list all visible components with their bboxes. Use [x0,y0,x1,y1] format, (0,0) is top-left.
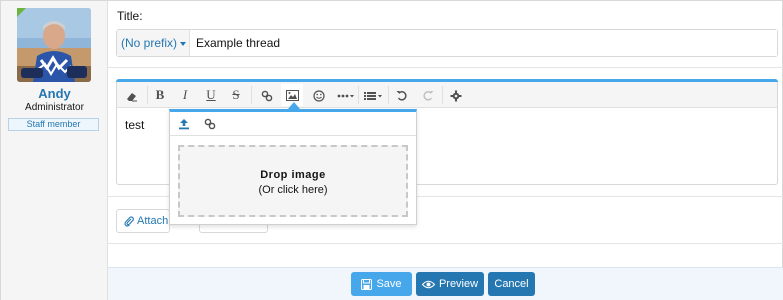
popup-pointer [288,102,300,109]
editor-content[interactable]: test [125,118,144,132]
save-label: Save [376,278,402,290]
prefix-label: (No prefix) [121,36,178,50]
avatar-photo [17,8,91,82]
list-icon[interactable] [362,84,386,106]
italic-icon[interactable]: I [176,84,194,106]
online-indicator [17,8,26,17]
eraser-icon[interactable] [121,84,143,106]
divider [108,243,783,244]
chevron-down-icon [180,41,187,46]
toolbar-divider [251,86,252,104]
redo-icon[interactable] [418,84,438,106]
upload-icon[interactable] [173,115,195,133]
user-sidebar: Andy Administrator Staff member [1,1,108,300]
user-name[interactable]: Andy [1,86,108,101]
prefix-dropdown[interactable]: (No prefix) [117,30,190,56]
smiley-icon[interactable] [308,84,330,106]
title-label: Title: [117,9,143,23]
link-icon[interactable] [199,115,221,133]
gear-icon[interactable] [446,84,466,106]
staff-badge: Staff member [8,118,99,131]
attach-label: Attach [137,215,169,227]
popup-tabs [170,112,416,136]
underline-icon[interactable]: U [202,84,220,106]
bold-icon[interactable]: B [151,84,169,106]
paperclip-icon [124,216,134,227]
save-button[interactable]: Save [351,272,412,296]
drop-zone-subtitle: (Or click here) [258,184,328,196]
user-title: Administrator [25,102,84,113]
toolbar-divider [358,86,359,104]
eye-icon [421,280,436,288]
toolbar-divider [442,86,443,104]
toolbar-divider [388,86,389,104]
preview-label: Preview [438,278,479,290]
image-drop-zone[interactable]: Drop image (Or click here) [178,145,408,217]
avatar[interactable] [17,8,91,82]
cancel-button[interactable]: Cancel [488,272,535,296]
thread-editor-panel: Andy Administrator Staff member Title: (… [0,0,783,300]
more-icon[interactable] [334,84,358,106]
attach-files-button[interactable]: Attach [116,209,170,233]
drop-zone-title: Drop image [260,169,326,181]
toolbar-divider [147,86,148,104]
title-row: (No prefix) [116,29,778,57]
save-icon [361,278,373,290]
undo-icon[interactable] [392,84,412,106]
editor-toolbar: B I U S [117,82,777,108]
insert-image-popup: Drop image (Or click here) [169,109,417,225]
strikethrough-icon[interactable]: S [227,84,245,106]
preview-button[interactable]: Preview [416,272,484,296]
title-input[interactable] [190,30,777,56]
divider [108,67,783,68]
link-icon[interactable] [257,84,277,106]
